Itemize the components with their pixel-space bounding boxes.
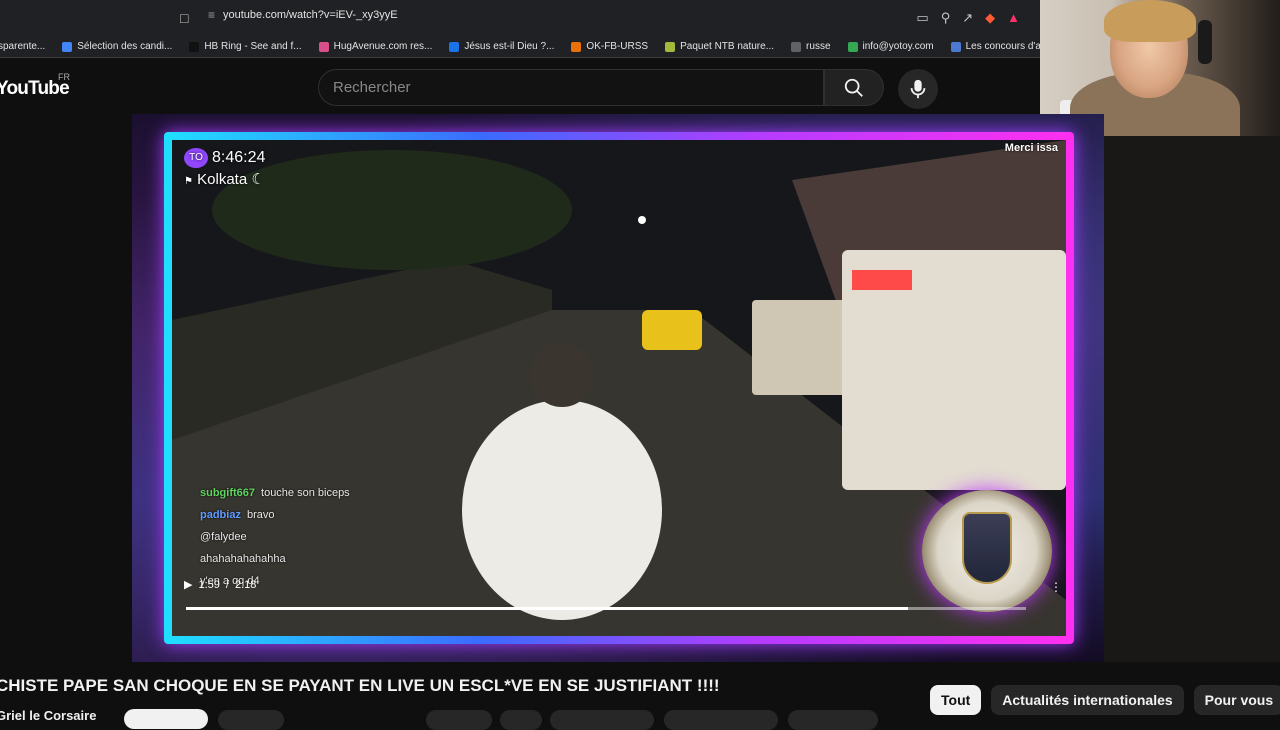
shield-icon[interactable]: ◆ [985,10,995,26]
channel-emblem [922,490,1052,612]
bookmark-label: info@yotoy.com [862,41,934,52]
notification-button[interactable] [218,710,284,730]
video-screen[interactable]: TO 8:46:24 ⚑ Kolkata ☾ Merci issa subgift… [172,140,1066,636]
chat-message: @falydee [200,526,350,548]
time-total: 2:18 [234,578,257,591]
bookmark-label: Sélection des candi... [77,41,173,52]
youtube-logo[interactable]: YouTube FR [0,72,70,100]
channel-name[interactable]: Griel le Corsaire [0,708,96,723]
location-text: Kolkata [197,171,248,188]
bookmark-favicon-icon [665,41,676,52]
stream-chat: subgift667 touche son biceps padbiaz bravo @… [200,482,350,592]
video-title: CHISTE PAPE SAN CHOQUE EN SE PAYANT EN L… [0,676,720,695]
chat-username: padbiaz [200,509,241,521]
subscribe-button[interactable] [124,709,208,729]
time-current: 1:59 [198,578,220,591]
bookmark-label: HB Ring - See and f... [204,41,302,52]
youtube-header: YouTube FR [0,58,1040,114]
thanks-button[interactable] [788,710,878,730]
chat-text: bravo [246,509,275,521]
bookmark-label: russe [806,41,831,52]
recommendation-chips: Tout Actualités internationales Pour vous [930,685,1280,715]
bookmark-item[interactable]: russe [791,41,831,52]
chat-text: ahahahahahahha [200,553,286,565]
search-input[interactable] [333,79,823,96]
microphone-icon [910,79,926,99]
player-controls: ▶ 1:59 / 2:18 [184,578,257,592]
bookmark-favicon-icon [318,41,329,52]
cast-icon[interactable]: ▭ [916,10,928,26]
moon-icon: ☾ [251,171,265,188]
bookmark-item[interactable]: info@yotoy.com [847,41,934,52]
bookmark-favicon-icon [950,41,961,52]
flag-icon: ⚑ [184,176,193,187]
bookmark-label: Paquet NTB nature... [680,41,775,52]
chat-message: ahahahahahahha [200,548,350,570]
bookmark-label: Jésus est-il Dieu ?... [464,41,555,52]
donation-label: Merci issa [1004,142,1058,154]
stream-location: ⚑ Kolkata ☾ [184,170,265,188]
progress-bar[interactable] [186,607,1026,610]
site-info-icon[interactable]: ≡ [208,8,215,22]
progress-fill [186,607,909,610]
zoom-icon[interactable]: ⚲ [941,10,951,26]
bookmark-item[interactable]: sparente... [0,41,45,52]
remix-button[interactable] [550,710,654,730]
bookmark-label: Les concours d'aute... [965,41,1040,52]
address-text: youtube.com/watch?v=iEV-_xy3yyE [223,9,398,21]
more-options-icon[interactable]: ⋮ [1050,580,1062,594]
search-button[interactable] [824,69,884,106]
bookmark-star-icon[interactable]: □ [180,10,188,26]
like-button[interactable] [426,710,492,730]
chat-message: subgift667 touche son biceps [200,482,350,504]
stream-clock: TO 8:46:24 [184,148,265,168]
chat-text: touche son biceps [261,487,350,499]
time-separator: / [225,578,229,591]
search-icon [844,78,863,97]
bookmark-item[interactable]: Jésus est-il Dieu ?... [449,41,554,52]
webcam-headset [1198,20,1212,64]
neon-frame: TO 8:46:24 ⚑ Kolkata ☾ Merci issa subgift… [164,132,1074,644]
bookmark-favicon-icon [791,41,802,52]
chat-username: subgift667 [200,487,256,499]
bookmark-item[interactable]: Paquet NTB nature... [665,41,774,52]
crest-icon [962,512,1012,584]
filter-chip[interactable]: Actualités internationales [991,685,1184,715]
chat-text: @falydee [200,531,247,543]
rewards-icon[interactable]: ▲ [1007,10,1020,26]
bookmark-label: HugAvenue.com res... [333,41,433,52]
region-code: FR [58,72,70,82]
webcam-person-hair [1104,0,1196,42]
bookmark-item[interactable]: HugAvenue.com res... [318,41,433,52]
bookmark-favicon-icon [847,41,858,52]
share-icon[interactable]: ↗ [962,10,973,26]
stream-badge: TO [184,148,208,168]
bookmark-label: sparente... [0,41,46,52]
address-bar[interactable]: ≡ youtube.com/watch?v=iEV-_xy3yyE [208,8,398,22]
sidebar-panel [1104,136,1280,662]
bookmark-favicon-icon [189,41,200,52]
bookmark-item[interactable]: Les concours d'aute... [950,41,1040,52]
search-box [318,69,824,106]
bookmark-item[interactable]: OK-FB-URSS [571,41,648,52]
video-player[interactable]: TO 8:46:24 ⚑ Kolkata ☾ Merci issa subgift… [132,114,1104,662]
share-button[interactable] [500,710,542,730]
voice-search-button[interactable] [898,69,938,109]
filter-chip[interactable]: Pour vous [1193,685,1280,715]
bookmarks-bar: sparente... Sélection des candi... HB Ring… [0,36,1040,58]
filter-chip[interactable]: Tout [930,685,982,715]
play-icon[interactable]: ▶ [184,578,192,591]
clock-time: 8:46:24 [212,149,266,167]
bookmark-favicon-icon [62,41,73,52]
save-button[interactable] [664,710,778,730]
bookmark-favicon-icon [449,41,460,52]
browser-tools: ▭ ⚲ ↗ ◆ ▲ [916,10,1020,26]
bookmark-item[interactable]: Sélection des candi... [62,41,172,52]
bookmark-item[interactable]: HB Ring - See and f... [189,41,302,52]
browser-toolbar: □ ≡ youtube.com/watch?v=iEV-_xy3yyE ▭ ⚲ … [0,0,1040,36]
bookmark-favicon-icon [571,41,582,52]
chat-message: padbiaz bravo [200,504,350,526]
bookmark-label: OK-FB-URSS [586,41,649,52]
